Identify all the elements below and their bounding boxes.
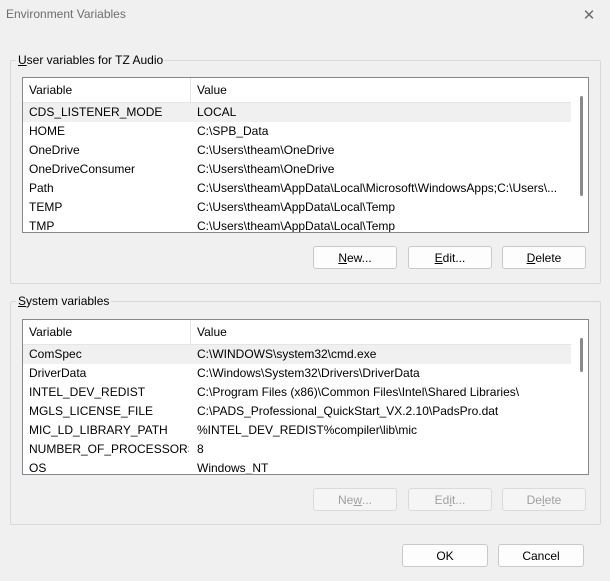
ok-button[interactable]: OK bbox=[402, 544, 488, 567]
variable-value: Windows_NT bbox=[197, 461, 269, 475]
table-row[interactable]: ComSpec C:\WINDOWS\system32\cmd.exe bbox=[23, 345, 571, 364]
list-header: Variable Value bbox=[23, 78, 571, 103]
variable-value: %INTEL_DEV_REDIST%compiler\lib\mic bbox=[197, 423, 418, 437]
variable-value: C:\PADS_Professional_QuickStart_VX.2.10\… bbox=[197, 404, 499, 418]
table-row[interactable]: TMP C:\Users\theam\AppData\Local\Temp bbox=[23, 217, 571, 233]
system-variables-list[interactable]: Variable Value ComSpec C:\WINDOWS\system3… bbox=[22, 319, 589, 475]
table-row[interactable]: INTEL_DEV_REDIST C:\Program Files (x86)\C… bbox=[23, 383, 571, 402]
variable-value: C:\Users\theam\OneDrive bbox=[197, 162, 335, 176]
column-header-variable[interactable]: Variable bbox=[23, 78, 191, 102]
user-delete-button[interactable]: Delete bbox=[502, 246, 586, 269]
variable-name: OneDrive bbox=[29, 143, 80, 157]
variable-name: DriverData bbox=[29, 366, 87, 380]
table-row[interactable]: Path C:\Users\theam\AppData\Local\Microso… bbox=[23, 179, 571, 198]
table-row[interactable]: OS Windows_NT bbox=[23, 459, 571, 475]
variable-value: C:\Users\theam\AppData\Local\Microsoft\W… bbox=[197, 181, 558, 195]
table-row[interactable]: TEMP C:\Users\theam\AppData\Local\Temp bbox=[23, 198, 571, 217]
close-icon: ✕ bbox=[582, 7, 596, 24]
system-new-button[interactable]: Ne w... bbox=[313, 488, 397, 511]
variable-value: C:\Users\theam\AppData\Local\Temp bbox=[197, 200, 396, 214]
close-button[interactable]: ✕ bbox=[568, 0, 610, 30]
table-row[interactable]: DriverData C:\Windows\System32\Drivers\Dr… bbox=[23, 364, 571, 383]
scrollbar-thumb[interactable] bbox=[580, 338, 583, 372]
variable-name: CDS_LISTENER_MODE bbox=[29, 105, 163, 119]
column-header-value[interactable]: Value bbox=[191, 320, 571, 344]
table-row[interactable]: MIC_LD_LIBRARY_PATH %INTEL_DEV_REDIST%com… bbox=[23, 421, 571, 440]
list-header: Variable Value bbox=[23, 320, 571, 345]
variable-value: C:\WINDOWS\system32\cmd.exe bbox=[197, 347, 377, 361]
user-variables-list[interactable]: Variable Value CDS_LISTENER_MODE LOCAL HOM… bbox=[22, 77, 589, 233]
user-edit-button[interactable]: Edit... bbox=[408, 246, 492, 269]
user-list-scrollbar[interactable] bbox=[574, 78, 588, 232]
column-header-value[interactable]: Value bbox=[191, 78, 571, 102]
table-row[interactable]: MGLS_LICENSE_FILE C:\PADS_Professional_Qu… bbox=[23, 402, 571, 421]
variable-name: TEMP bbox=[29, 200, 63, 214]
variable-name: OneDriveConsumer bbox=[29, 162, 136, 176]
variable-value: C:\Users\theam\OneDrive bbox=[197, 143, 335, 157]
variable-name: ComSpec bbox=[29, 347, 82, 361]
user-new-button[interactable]: New... bbox=[313, 246, 397, 269]
system-variables-label: System variables bbox=[16, 294, 112, 308]
table-row[interactable]: HOME C:\SPB_Data bbox=[23, 122, 571, 141]
variable-name: INTEL_DEV_REDIST bbox=[29, 385, 146, 399]
variable-name: TMP bbox=[29, 219, 55, 233]
variable-value: C:\Users\theam\AppData\Local\Temp bbox=[197, 219, 396, 233]
title-bar: Environment Variables ✕ bbox=[0, 0, 610, 30]
variable-name: Path bbox=[29, 181, 54, 195]
system-edit-button[interactable]: Ed i t... bbox=[408, 488, 492, 511]
system-delete-button[interactable]: De l ete bbox=[502, 488, 586, 511]
variable-value: LOCAL bbox=[197, 105, 237, 119]
variable-name: OS bbox=[29, 461, 47, 475]
column-header-variable[interactable]: Variable bbox=[23, 320, 191, 344]
table-row[interactable]: NUMBER_OF_PROCESSORS 8 bbox=[23, 440, 571, 459]
variable-name: MGLS_LICENSE_FILE bbox=[29, 404, 154, 418]
cancel-button[interactable]: Cancel bbox=[498, 544, 584, 567]
system-list-scrollbar[interactable] bbox=[574, 320, 588, 474]
table-row[interactable]: OneDrive C:\Users\theam\OneDrive bbox=[23, 141, 571, 160]
variable-name: NUMBER_OF_PROCESSORS bbox=[29, 442, 189, 456]
variable-value: 8 bbox=[197, 442, 204, 456]
table-row[interactable]: CDS_LISTENER_MODE LOCAL bbox=[23, 103, 571, 122]
window-title: Environment Variables bbox=[6, 7, 126, 21]
table-row[interactable]: OneDriveConsumer C:\Users\theam\OneDrive bbox=[23, 160, 571, 179]
scrollbar-thumb[interactable] bbox=[580, 96, 583, 196]
user-variables-label: User variables for TZ Audio bbox=[16, 53, 166, 67]
variable-value: C:\Windows\System32\Drivers\DriverData bbox=[197, 366, 420, 380]
variable-name: HOME bbox=[29, 124, 65, 138]
variable-value: C:\Program Files (x86)\Common Files\Inte… bbox=[197, 385, 520, 399]
variable-value: C:\SPB_Data bbox=[197, 124, 269, 138]
variable-name: MIC_LD_LIBRARY_PATH bbox=[29, 423, 168, 437]
